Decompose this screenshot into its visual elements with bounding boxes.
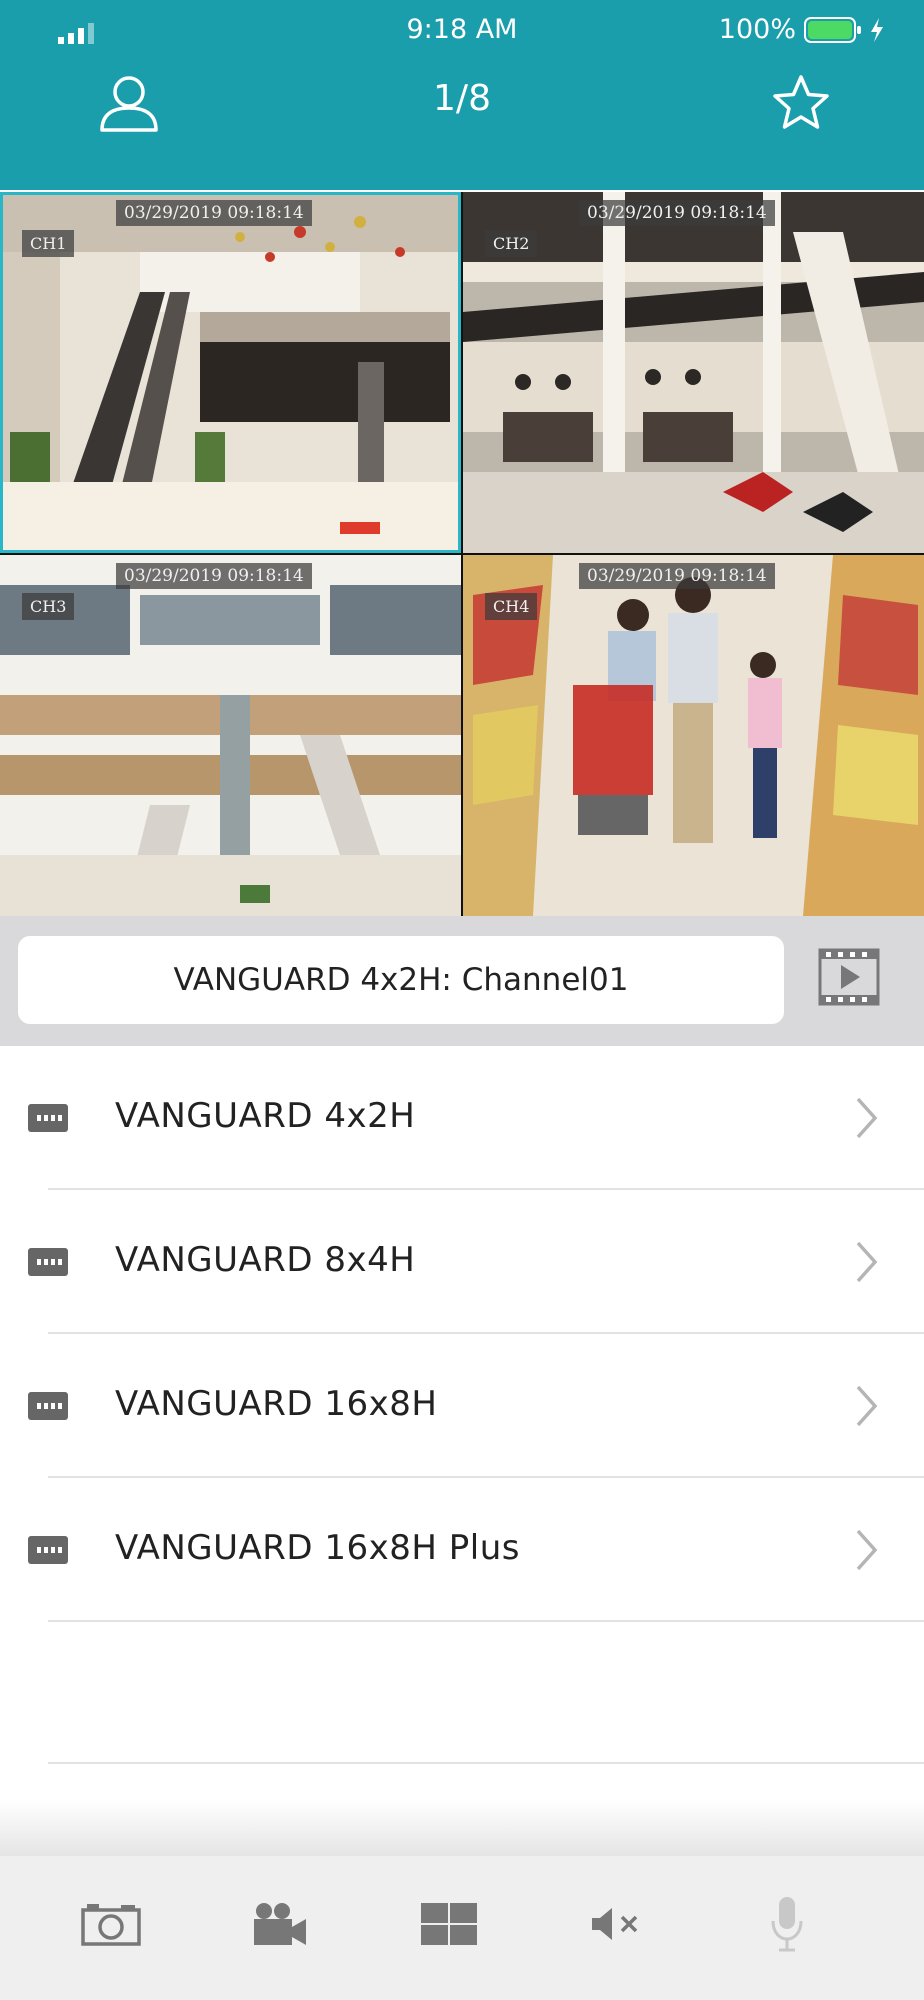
battery-indicator: 100% (719, 14, 884, 45)
grid-layout-icon (421, 1903, 477, 1945)
timestamp-overlay: 03/29/2019 09:18:14 (579, 563, 775, 589)
device-name: VANGUARD 16x8H (115, 1384, 438, 1424)
channel-label: CH3 (22, 593, 75, 620)
charging-bolt-icon (871, 17, 883, 42)
device-name: VANGUARD 8x4H (115, 1240, 416, 1280)
layout-button[interactable] (414, 1894, 484, 1954)
toolbar-shadow (0, 1800, 924, 1856)
bottom-toolbar (0, 1856, 924, 2000)
timestamp-overlay: 03/29/2019 09:18:14 (116, 563, 312, 589)
device-row[interactable]: VANGUARD 16x8H (0, 1334, 924, 1478)
row-divider (48, 1762, 924, 1764)
dvr-device-icon (28, 1392, 68, 1420)
chevron-right-icon (856, 1241, 878, 1283)
video-cell-ch1[interactable]: 03/29/2019 09:18:14 CH1 (0, 192, 461, 553)
timestamp-overlay: 03/29/2019 09:18:14 (116, 200, 312, 226)
device-row[interactable]: VANGUARD 4x2H (0, 1046, 924, 1190)
chevron-right-icon (856, 1529, 878, 1571)
dvr-device-icon (28, 1536, 68, 1564)
channel-label: CH2 (485, 230, 538, 257)
device-row[interactable]: VANGUARD 16x8H Plus (0, 1478, 924, 1622)
mute-icon (592, 1908, 638, 1940)
device-name: VANGUARD 16x8H Plus (115, 1528, 520, 1568)
star-icon (773, 75, 829, 129)
dvr-device-icon (28, 1248, 68, 1276)
timestamp-overlay: 03/29/2019 09:18:14 (579, 200, 775, 226)
video-cell-ch4[interactable]: 03/29/2019 09:18:14 CH4 (463, 555, 924, 916)
battery-percent: 100% (718, 14, 796, 45)
playback-button[interactable] (818, 948, 880, 1006)
playback-icon (818, 948, 880, 1006)
video-cell-ch2[interactable]: 03/29/2019 09:18:14 CH2 (463, 192, 924, 553)
dvr-device-icon (28, 1104, 68, 1132)
camera-icon (81, 1904, 141, 1946)
device-name: VANGUARD 4x2H (115, 1096, 416, 1136)
device-row[interactable]: VANGUARD 8x4H (0, 1190, 924, 1334)
audio-button[interactable] (583, 1894, 653, 1954)
favorite-button[interactable] (770, 72, 832, 134)
chevron-right-icon (856, 1385, 878, 1427)
app-header: 9:18 AM 100% 1/8 (0, 0, 924, 190)
channel-label: CH1 (22, 230, 75, 257)
battery-icon (804, 16, 861, 43)
microphone-icon (771, 1897, 803, 1952)
current-channel-field[interactable]: VANGUARD 4x2H: Channel01 (18, 936, 784, 1024)
device-list: VANGUARD 4x2H VANGUARD 8x4H VANGUARD 16x… (0, 1046, 924, 1622)
channel-label: CH4 (485, 593, 538, 620)
talk-button[interactable] (752, 1894, 822, 1954)
video-record-icon (254, 1903, 306, 1945)
channel-bar: VANGUARD 4x2H: Channel01 (0, 916, 924, 1046)
video-cell-ch3[interactable]: 03/29/2019 09:18:14 CH3 (0, 555, 461, 916)
chevron-right-icon (856, 1097, 878, 1139)
row-divider (48, 1620, 924, 1622)
snapshot-button[interactable] (76, 1894, 146, 1954)
video-grid: 03/29/2019 09:18:14 CH1 03/29/2019 09:18… (0, 192, 924, 916)
record-button[interactable] (245, 1894, 315, 1954)
